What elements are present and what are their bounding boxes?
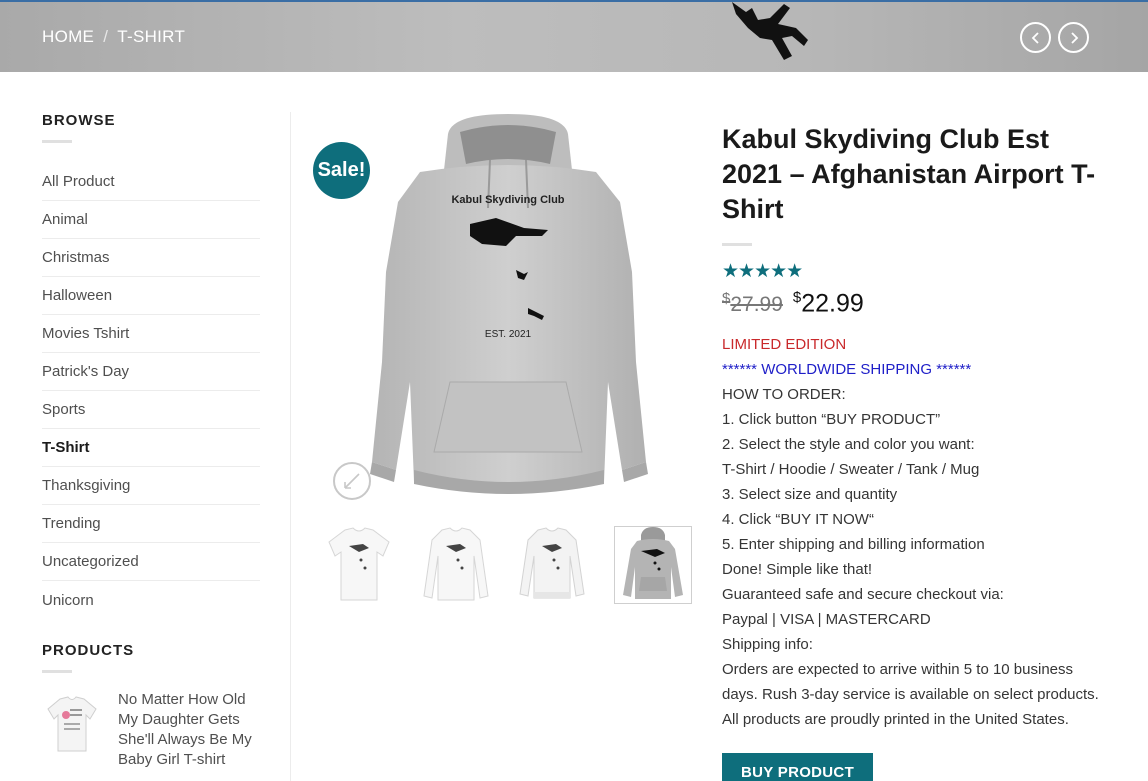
print-subtitle: EST. 2021	[485, 329, 532, 340]
sale-price-value: 22.99	[801, 289, 864, 318]
browse-title-divider	[42, 140, 72, 143]
zoom-button[interactable]	[333, 462, 371, 500]
sale-price-currency: $	[792, 289, 802, 306]
description-line: Guaranteed safe and secure checkout via:	[722, 586, 1004, 604]
description-line: T-Shirt / Hoodie / Sweater / Tank / Mug	[722, 461, 980, 479]
sidebar-product-name[interactable]: No Matter How Old My Daughter Gets She'l…	[118, 690, 260, 770]
category-item-patricks-day[interactable]: Patrick's Day	[42, 353, 260, 391]
thumbnail-white-sweater[interactable]	[513, 526, 591, 604]
old-price-value: 27.99	[730, 293, 783, 317]
description-line: 2. Select the style and color you want:	[722, 436, 975, 454]
thumbnail-white-t-shirt[interactable]	[320, 526, 398, 604]
chevron-left-icon	[1031, 31, 1039, 44]
next-product-button[interactable]	[1058, 22, 1089, 53]
category-item-thanksgiving[interactable]: Thanksgiving	[42, 467, 260, 505]
expand-icon	[344, 473, 360, 489]
category-list: All Product Animal Christmas Halloween M…	[42, 163, 260, 619]
breadcrumb-current-link[interactable]: T-SHIRT	[117, 27, 185, 47]
t-shirt-icon	[47, 696, 97, 752]
description-line: HOW TO ORDER:	[722, 386, 846, 404]
page-header-banner: HOME / T-SHIRT	[0, 0, 1148, 72]
previous-product-button[interactable]	[1020, 22, 1051, 53]
sale-price: $22.99	[793, 289, 864, 318]
price: $27.99 $22.99	[722, 289, 1112, 318]
breadcrumb: HOME / T-SHIRT	[42, 27, 185, 47]
t-shirt-thumbnail-icon	[328, 527, 390, 601]
product-thumbnail[interactable]	[42, 693, 102, 755]
category-item-uncategorized[interactable]: Uncategorized	[42, 543, 260, 581]
hoodie-thumbnail-icon	[623, 527, 683, 599]
products-title-divider	[42, 670, 72, 673]
print-title: Kabul Skydiving Club	[451, 194, 564, 206]
buy-product-button[interactable]: BUY PRODUCT	[722, 753, 874, 781]
category-item-t-shirt[interactable]: T-Shirt	[42, 429, 260, 467]
chevron-right-icon	[1070, 31, 1078, 44]
category-item-movies-tshirt[interactable]: Movies Tshirt	[42, 315, 260, 353]
breadcrumb-home-link[interactable]: HOME	[42, 27, 94, 47]
description-line: 1. Click button “BUY PRODUCT”	[722, 411, 941, 429]
old-price: $27.99	[722, 290, 783, 317]
description-paragraph: Orders are expected to arrive within 5 t…	[722, 661, 1099, 729]
description-line: 3. Select size and quantity	[722, 486, 898, 504]
thumbnail-white-long-sleeve[interactable]	[417, 526, 495, 604]
skydiver-figure	[732, 2, 808, 60]
sidebar-divider	[290, 112, 291, 781]
worldwide-shipping-text: ****** WORLDWIDE SHIPPING ******	[722, 361, 972, 379]
category-item-christmas[interactable]: Christmas	[42, 239, 260, 277]
main-product-image[interactable]: Kabul Skydiving Club EST. 2021 Sale!	[310, 112, 695, 507]
sidebar-product-item[interactable]: No Matter How Old My Daughter Gets She'l…	[42, 690, 260, 770]
products-title: PRODUCTS	[42, 642, 135, 659]
category-item-animal[interactable]: Animal	[42, 201, 260, 239]
category-item-all-product[interactable]: All Product	[42, 163, 260, 201]
category-item-unicorn[interactable]: Unicorn	[42, 581, 260, 619]
category-item-sports[interactable]: Sports	[42, 391, 260, 429]
description-line: 4. Click “BUY IT NOW“	[722, 511, 874, 529]
product-gallery: Kabul Skydiving Club EST. 2021 Sale!	[310, 112, 695, 604]
browse-title: BROWSE	[42, 112, 116, 129]
thumbnail-grey-hoodie[interactable]	[614, 526, 692, 604]
sweater-thumbnail-icon	[519, 527, 585, 599]
product-info: Kabul Skydiving Club Est 2021 – Afghanis…	[722, 122, 1112, 781]
description-line: 5. Enter shipping and billing informatio…	[722, 536, 985, 554]
description-line: Shipping info:	[722, 636, 813, 654]
title-divider	[722, 243, 752, 246]
product-description: LIMITED EDITION ****** WORLDWIDE SHIPPIN…	[722, 332, 1112, 732]
sale-badge: Sale!	[313, 142, 370, 199]
product-title: Kabul Skydiving Club Est 2021 – Afghanis…	[722, 124, 1096, 224]
description-line: Paypal | VISA | MASTERCARD	[722, 611, 931, 629]
limited-edition-text: LIMITED EDITION	[722, 336, 847, 354]
description-line: Done! Simple like that!	[722, 561, 873, 579]
category-item-halloween[interactable]: Halloween	[42, 277, 260, 315]
long-sleeve-thumbnail-icon	[423, 527, 489, 601]
star-rating[interactable]: ★★★★★	[722, 260, 1112, 283]
breadcrumb-separator: /	[103, 27, 109, 46]
thumbnail-strip	[310, 526, 695, 606]
sidebar: BROWSE All Product Animal Christmas Hall…	[42, 112, 260, 770]
category-item-trending[interactable]: Trending	[42, 505, 260, 543]
